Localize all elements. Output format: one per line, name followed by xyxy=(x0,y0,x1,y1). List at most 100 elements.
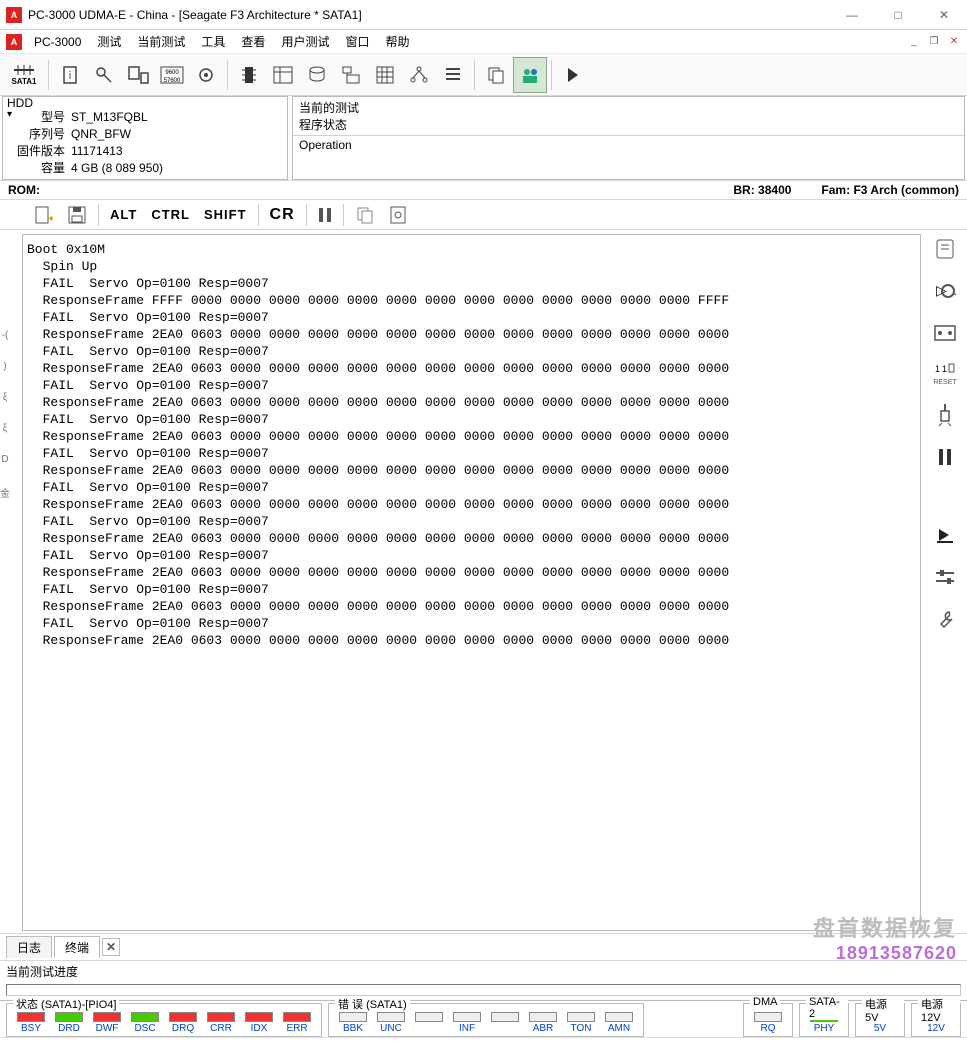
error-legend: 错 误 (SATA1) xyxy=(335,996,410,1012)
sata1-label: SATA1 xyxy=(11,77,36,86)
led-label: UNC xyxy=(380,1023,402,1034)
led-idx: IDX xyxy=(241,1012,277,1034)
terminal-output[interactable]: Boot 0x10M Spin Up FAIL Servo Op=0100 Re… xyxy=(22,234,921,931)
dma-legend: DMA xyxy=(750,996,780,1008)
hdd-chevron-icon[interactable]: ▾ xyxy=(7,109,12,120)
right-reset-button[interactable]: 11 RESET xyxy=(933,362,956,386)
toolbar-db-button[interactable] xyxy=(300,57,334,93)
maximize-button[interactable]: □ xyxy=(875,0,921,30)
right-board-button[interactable] xyxy=(930,320,960,346)
led-lamp xyxy=(453,1012,481,1022)
led-rq: RQ xyxy=(750,1012,786,1034)
menu-current-test[interactable]: 当前测试 xyxy=(129,30,193,53)
copy-icon xyxy=(355,205,375,225)
power12v-fieldset: 电源 12V 12V xyxy=(911,1003,961,1037)
save-button[interactable] xyxy=(64,203,90,227)
menu-test[interactable]: 测试 xyxy=(89,30,129,53)
right-play-button[interactable] xyxy=(930,522,960,548)
settings-doc-button[interactable] xyxy=(386,203,410,227)
toolbar-hex-button[interactable] xyxy=(266,57,300,93)
copy-icon xyxy=(486,65,506,85)
mdi-minimize-button[interactable]: _ xyxy=(905,35,923,49)
disc-icon: ▷◁ xyxy=(934,281,956,301)
serial-label: 序列号 xyxy=(9,126,65,143)
led-crr: CRR xyxy=(203,1012,239,1034)
current-test-value: 程序状态 xyxy=(299,116,958,133)
menu-user-test[interactable]: 用户测试 xyxy=(273,30,337,53)
menu-window[interactable]: 窗口 xyxy=(337,30,377,53)
pause-button[interactable] xyxy=(315,205,335,225)
list-icon xyxy=(444,66,462,84)
toolbar-list-button[interactable] xyxy=(436,57,470,93)
toolbar-copy-button[interactable] xyxy=(479,57,513,93)
copy-text-button[interactable] xyxy=(352,203,378,227)
mdi-restore-button[interactable]: ❐ xyxy=(925,35,943,49)
toolbar-baud-button[interactable]: 960057600 xyxy=(155,57,189,93)
fw-label: 固件版本 xyxy=(9,143,65,160)
right-jumper-button[interactable] xyxy=(930,402,960,428)
toolbar-info-button[interactable]: i xyxy=(53,57,87,93)
tab-log[interactable]: 日志 xyxy=(6,936,52,958)
tree-icon xyxy=(409,66,429,84)
window-title: PC-3000 UDMA-E - China - [Seagate F3 Arc… xyxy=(28,8,362,22)
menu-view[interactable]: 查看 xyxy=(233,30,273,53)
shift-key-button[interactable]: SHIFT xyxy=(201,205,250,224)
led-label: IDX xyxy=(251,1023,268,1034)
sata1-button[interactable]: SATA1 xyxy=(4,57,44,93)
mdi-close-button[interactable]: ✕ xyxy=(945,35,963,49)
led-label: DSC xyxy=(134,1023,155,1034)
pause-icon xyxy=(318,207,332,223)
toolbar-grid-button[interactable] xyxy=(368,57,402,93)
state-legend: 状态 (SATA1)-[PIO4] xyxy=(13,996,119,1012)
toolbar-structure-button[interactable] xyxy=(334,57,368,93)
toolbar-play-button[interactable] xyxy=(556,57,590,93)
ctrl-key-button[interactable]: CTRL xyxy=(148,205,193,224)
right-disc-button[interactable]: ▷◁ xyxy=(930,278,960,304)
alt-key-button[interactable]: ALT xyxy=(107,205,140,224)
right-pause-button[interactable] xyxy=(930,444,960,470)
led-label: BSY xyxy=(21,1023,41,1034)
menu-help[interactable]: 帮助 xyxy=(377,30,417,53)
board-icon xyxy=(933,324,957,342)
toolbar-chip-button[interactable] xyxy=(232,57,266,93)
toolbar-device-button[interactable] xyxy=(121,57,155,93)
led-lamp xyxy=(245,1012,273,1022)
newfile-icon: ✦ xyxy=(33,205,53,225)
led-lamp xyxy=(567,1012,595,1022)
jumper-icon xyxy=(936,403,954,427)
led-lamp xyxy=(491,1012,519,1022)
new-file-button[interactable]: ✦ xyxy=(30,203,56,227)
toolbar-people-button[interactable] xyxy=(513,57,547,93)
right-script-button[interactable] xyxy=(930,236,960,262)
bottom-strip xyxy=(0,1037,967,1047)
tab-close-button[interactable]: ✕ xyxy=(102,938,120,956)
led-lamp xyxy=(17,1012,45,1022)
wrench-icon xyxy=(935,609,955,629)
menubar: A PC-3000 测试 当前测试 工具 查看 用户测试 窗口 帮助 _ ❐ ✕ xyxy=(0,30,967,54)
svg-text:◁: ◁ xyxy=(954,289,956,300)
svg-text:1: 1 xyxy=(935,364,940,374)
app-menu-icon[interactable]: A xyxy=(6,34,22,50)
led-lamp xyxy=(339,1012,367,1022)
menu-tools[interactable]: 工具 xyxy=(193,30,233,53)
close-button[interactable]: ✕ xyxy=(921,0,967,30)
script-icon xyxy=(934,238,956,260)
led-blank xyxy=(411,1012,447,1034)
right-adjust-button[interactable] xyxy=(930,564,960,590)
main-toolbar: SATA1 i 960057600 xyxy=(0,54,967,96)
tab-terminal[interactable]: 终端 xyxy=(54,936,100,958)
model-label: 型号 xyxy=(9,109,65,126)
minimize-button[interactable]: ― xyxy=(829,0,875,30)
toolbar-tree-button[interactable] xyxy=(402,57,436,93)
sata2-fieldset: SATA-2 PHY xyxy=(799,1003,849,1037)
led-drd: DRD xyxy=(51,1012,87,1034)
toolbar-key-button[interactable] xyxy=(87,57,121,93)
model-value: ST_M13FQBL xyxy=(71,109,148,126)
cr-key-button[interactable]: CR xyxy=(267,204,298,226)
status-area: 状态 (SATA1)-[PIO4] BSYDRDDWFDSCDRQCRRIDXE… xyxy=(0,1000,967,1037)
terminal-toolbar: ✦ ALT CTRL SHIFT CR xyxy=(0,200,967,230)
operation-label: Operation xyxy=(299,138,958,152)
menu-app[interactable]: PC-3000 xyxy=(26,32,89,52)
right-wrench-button[interactable] xyxy=(930,606,960,632)
toolbar-gear-button[interactable] xyxy=(189,57,223,93)
